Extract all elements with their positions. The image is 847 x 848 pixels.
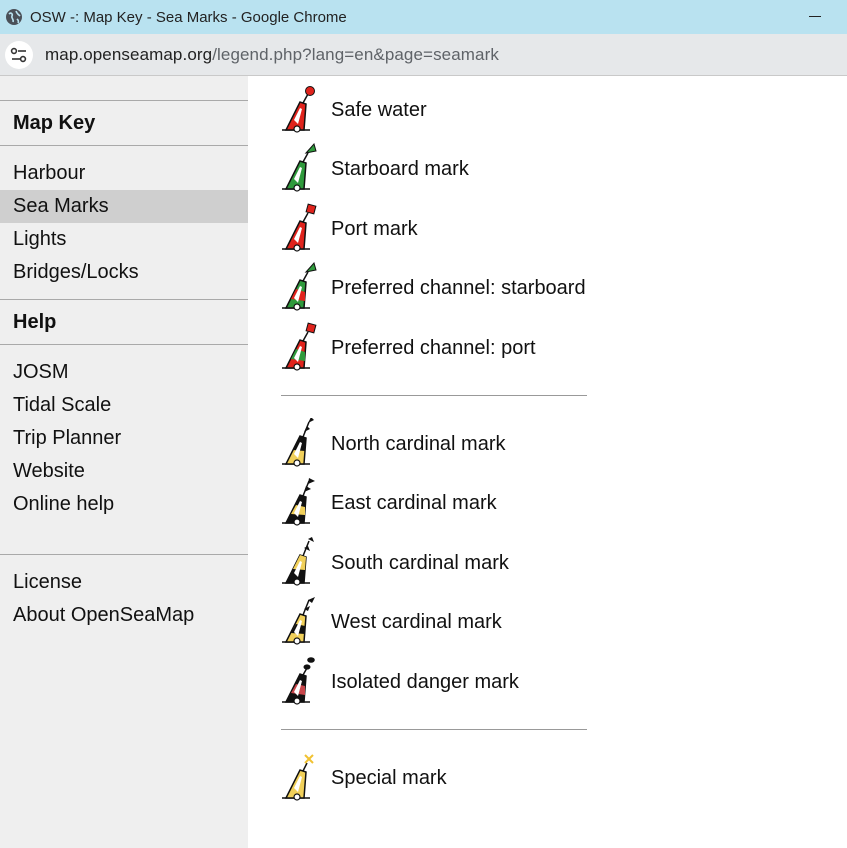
mark-label: West cardinal mark: [331, 610, 502, 633]
mark-starboard[interactable]: Starboard mark: [278, 143, 469, 195]
sidebar-item-harbour[interactable]: Harbour: [0, 157, 248, 190]
site-info-button[interactable]: [5, 40, 33, 69]
mark-preferred-channel-starboard[interactable]: Preferred channel: starboard: [278, 262, 586, 314]
mark-label: Starboard mark: [331, 157, 469, 180]
preferred-channel-port-buoy-icon: [282, 322, 317, 371]
mark-east-cardinal[interactable]: East cardinal mark: [278, 477, 497, 529]
sidebar-item-trip-planner[interactable]: Trip Planner: [0, 422, 248, 455]
mark-north-cardinal[interactable]: North cardinal mark: [278, 418, 506, 470]
sidebar-item-website[interactable]: Website: [0, 455, 248, 488]
sidebar: Map Key Harbour Sea Marks Lights Bridges…: [0, 76, 248, 848]
globe-icon: [6, 9, 22, 25]
address-bar: map.openseamap.org/legend.php?lang=en&pa…: [0, 34, 847, 76]
mark-label: Preferred channel: starboard: [331, 276, 586, 299]
mark-port[interactable]: Port mark: [278, 203, 418, 255]
mark-special[interactable]: Special mark: [278, 752, 447, 804]
sidebar-item-about[interactable]: About OpenSeaMap: [0, 599, 248, 632]
mark-label: Safe water: [331, 98, 427, 121]
mark-label: East cardinal mark: [331, 491, 497, 514]
mark-isolated-danger[interactable]: Isolated danger mark: [278, 656, 519, 708]
url-path: /legend.php?lang=en&page=seamark: [212, 44, 499, 64]
isolated-danger-buoy-icon: [282, 657, 315, 705]
tune-icon: [10, 47, 27, 62]
minimize-icon[interactable]: [809, 16, 821, 17]
mark-label: Isolated danger mark: [331, 670, 519, 693]
mark-label: Preferred channel: port: [331, 336, 536, 359]
sidebar-item-online-help[interactable]: Online help: [0, 488, 248, 521]
sidebar-item-bridges-locks[interactable]: Bridges/Locks: [0, 256, 248, 289]
mark-label: Special mark: [331, 766, 447, 789]
mark-label: South cardinal mark: [331, 551, 509, 574]
sidebar-item-sea-marks[interactable]: Sea Marks: [0, 190, 248, 223]
mark-label: North cardinal mark: [331, 432, 506, 455]
port-buoy-icon: [282, 203, 317, 252]
url-field[interactable]: map.openseamap.org/legend.php?lang=en&pa…: [45, 45, 499, 65]
south-cardinal-buoy-icon: [282, 537, 314, 586]
sidebar-divider: [0, 299, 248, 300]
sea-marks-legend: Safe water Starboard mark Port mark Pref…: [248, 76, 847, 848]
sidebar-divider: [0, 554, 248, 555]
mark-south-cardinal[interactable]: South cardinal mark: [278, 537, 509, 589]
sidebar-heading-help: Help: [13, 311, 57, 333]
mark-west-cardinal[interactable]: West cardinal mark: [278, 596, 502, 648]
url-host: map.openseamap.org: [45, 44, 213, 64]
section-divider: [281, 395, 587, 396]
special-mark-buoy-icon: [282, 754, 314, 801]
west-cardinal-buoy-icon: [282, 597, 315, 645]
sidebar-heading-map-key: Map Key: [13, 112, 96, 134]
section-divider: [281, 729, 587, 730]
north-cardinal-buoy-icon: [282, 418, 314, 467]
starboard-buoy-icon: [282, 143, 317, 192]
sidebar-item-tidal-scale[interactable]: Tidal Scale: [0, 389, 248, 422]
mark-label: Port mark: [331, 217, 418, 240]
sidebar-divider: [0, 145, 248, 146]
preferred-channel-starboard-buoy-icon: [282, 262, 317, 311]
sidebar-divider: [0, 344, 248, 345]
window-title: OSW -: Map Key - Sea Marks - Google Chro…: [30, 8, 347, 26]
sidebar-item-license[interactable]: License: [0, 566, 248, 599]
safe-water-buoy-icon: [282, 86, 315, 133]
sidebar-divider: [0, 100, 248, 101]
sidebar-item-josm[interactable]: JOSM: [0, 356, 248, 389]
sidebar-item-lights[interactable]: Lights: [0, 223, 248, 256]
mark-preferred-channel-port[interactable]: Preferred channel: port: [278, 322, 536, 374]
mark-safe-water[interactable]: Safe water: [278, 84, 427, 136]
east-cardinal-buoy-icon: [282, 478, 315, 526]
window-title-bar: OSW -: Map Key - Sea Marks - Google Chro…: [0, 0, 847, 34]
